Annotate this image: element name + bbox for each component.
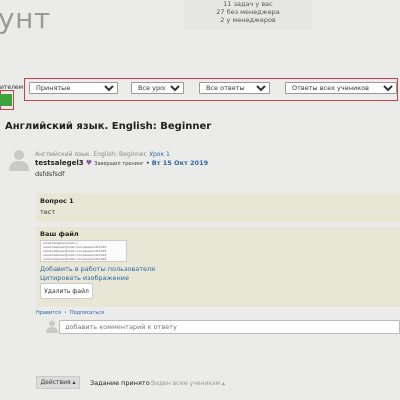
lessons-filter-select[interactable]: Все уроки [131,82,184,94]
comment-input[interactable] [59,320,400,334]
stats-your-tasks[interactable]: 11 задач у вас [184,0,312,8]
lesson-link[interactable]: Урок 1 [149,151,169,158]
page-title: унт [0,2,51,35]
visibility-dropdown[interactable]: Виден всем ученикам ▴ [151,380,225,387]
answers-filter-select[interactable]: Все ответы [199,82,270,94]
post-author-line: testsalegel3 ♥ Завершил тренинг • Вт 15 … [35,159,208,167]
stats-no-manager[interactable]: 27 без менеджера [184,8,312,16]
bullet-separator: • [145,159,150,167]
apply-filter-button[interactable] [0,94,12,106]
post-text: dsfdsfsdf [35,170,65,178]
reaction-separator: • [63,310,67,316]
heart-icon: ♥ [85,159,93,167]
question-title: Вопрос 1 [40,197,74,205]
status-filter-select[interactable]: Принятые [29,82,118,94]
question-answer: тест [40,208,56,216]
quote-image-link[interactable]: Цитировать изображение [40,274,129,282]
file-thumbnail[interactable]: email:test@rainmail.ru name:testuser@mai… [40,240,127,262]
post-course-line: Английский язык. English: Beginner. Урок… [35,151,170,158]
user-avatar-icon[interactable] [9,149,29,171]
post-course-name: Английский язык. English: Beginner. [35,151,148,158]
question-block [36,193,400,222]
subscribe-link[interactable]: Подписаться [70,310,104,316]
commenter-avatar-icon [46,320,58,333]
completed-training-badge: Завершил тренинг [94,161,144,167]
task-stats-box: 11 задач у вас 27 без менеджера 2 у мене… [184,0,312,30]
actions-dropdown-button[interactable]: Действия ▴ [36,376,80,389]
post-date[interactable]: Вт 15 Окт 2019 [152,159,208,167]
delete-file-button[interactable]: Удалить файл [40,283,93,299]
reaction-row: Нравится • Подписаться [36,310,104,316]
students-filter-select[interactable]: Ответы всех учеников [285,82,397,94]
author-name[interactable]: testsalegel3 [35,159,84,167]
thumbnail-line: name:testuser@mail.com:password12345 [43,257,107,261]
file-title: Ваш файл [40,230,79,238]
add-to-user-works-link[interactable]: Добавить в работы пользователя [40,265,155,273]
course-title: Английский язык. English: Beginner [5,121,212,132]
task-status: Задание принято [90,379,150,387]
stats-at-managers[interactable]: 2 у менеджеров [184,16,312,24]
like-link[interactable]: Нравится [36,310,61,316]
